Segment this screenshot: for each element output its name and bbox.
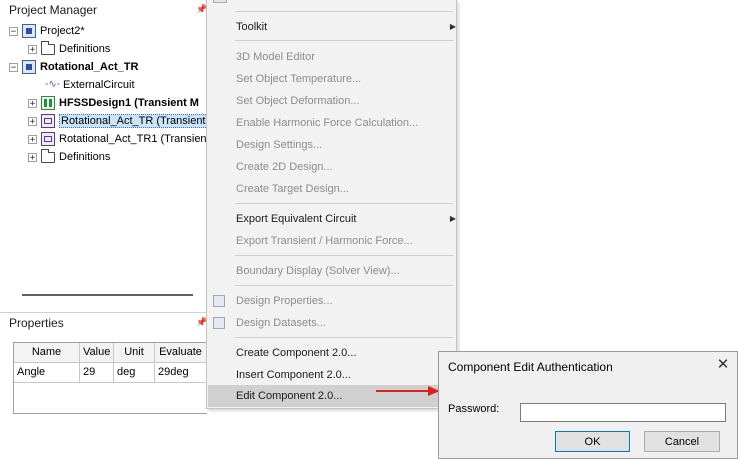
menu-item-label: Export Equivalent Circuit (236, 213, 357, 225)
maxwell-design-icon (41, 132, 55, 146)
menu-separator (235, 203, 453, 204)
collapse-icon[interactable]: − (9, 62, 18, 72)
properties-grid: Name Value Unit Evaluate Angle 29 deg 29… (13, 342, 207, 414)
datasets-icon (213, 317, 225, 329)
properties-title: Properties (9, 316, 64, 330)
menu-item-set-object-deformation[interactable]: Set Object Deformation... (236, 90, 360, 112)
context-menu: Toolkit ▶ 3D Model Editor Set Object Temp… (206, 0, 457, 409)
menu-item-enable-harmonic-force[interactable]: Enable Harmonic Force Calculation... (236, 112, 418, 134)
menu-item-set-object-temperature[interactable]: Set Object Temperature... (236, 68, 361, 90)
cell-name[interactable]: Angle (14, 363, 80, 383)
submenu-arrow-icon: ▶ (449, 22, 456, 31)
tree-item-rotational-act-tr-design[interactable]: + Rotational_Act_TR (Transient (28, 112, 208, 130)
red-arrow-annotation (376, 386, 440, 396)
edit-notes-icon (213, 0, 227, 3)
expand-icon[interactable]: + (28, 116, 37, 126)
menu-separator (235, 40, 453, 41)
expand-icon[interactable]: + (28, 134, 37, 144)
tree-item-definitions-2[interactable]: + Definitions (28, 148, 110, 166)
menu-separator (235, 11, 453, 12)
menu-separator (235, 285, 453, 286)
tree-item-external-circuit[interactable]: -∿- ExternalCircuit (45, 76, 135, 94)
menu-item-edit-component[interactable]: Edit Component 2.0... (236, 385, 342, 407)
menu-item-export-equivalent-circuit[interactable]: Export Equivalent Circuit ▶ (236, 208, 456, 230)
password-label: Password: (448, 403, 500, 415)
ok-button[interactable]: OK (555, 431, 630, 452)
pin-icon[interactable]: 📌 (196, 4, 207, 14)
clipped-menu-item (236, 0, 306, 3)
cell-evaluate: 29deg (155, 363, 207, 383)
project-icon (22, 60, 36, 74)
menu-item-3d-model-editor[interactable]: 3D Model Editor (236, 46, 315, 68)
tree-item-definitions[interactable]: + Definitions (28, 40, 110, 58)
cell-value[interactable]: 29 (80, 363, 114, 383)
tree-item-label: Rotational_Act_TR1 (Transien (59, 133, 207, 145)
tree-item-label: Definitions (59, 43, 111, 55)
menu-item-design-properties[interactable]: Design Properties... (236, 290, 333, 312)
tree-item-label: HFSSDesign1 (Transient M (59, 97, 199, 109)
project-manager-title: Project Manager (9, 3, 98, 17)
grid-header-row: Name Value Unit Evaluate (14, 343, 207, 363)
password-field[interactable] (520, 403, 726, 422)
folder-icon (41, 40, 55, 55)
tree-item-label: ExternalCircuit (63, 79, 135, 91)
pin-icon[interactable]: 📌 (196, 317, 207, 327)
collapse-icon[interactable]: − (9, 26, 18, 36)
circuit-icon: -∿- (45, 79, 61, 90)
cell-unit[interactable]: deg (114, 363, 155, 383)
column-header-evaluate[interactable]: Evaluate (155, 343, 207, 363)
menu-item-design-settings[interactable]: Design Settings... (236, 134, 322, 156)
tree-item-label: Project2* (40, 25, 85, 37)
tree-item-label: Rotational_Act_TR (Transient (59, 114, 208, 128)
cancel-button[interactable]: Cancel (644, 431, 720, 452)
hfss-design-icon (41, 96, 55, 110)
tree-item-hfss-design1[interactable]: + HFSSDesign1 (Transient M (28, 94, 199, 112)
menu-item-export-transient-harmonic-force[interactable]: Export Transient / Harmonic Force... (236, 230, 413, 252)
dialog-title: Component Edit Authentication (448, 360, 613, 374)
menu-item-insert-component[interactable]: Insert Component 2.0... (236, 364, 351, 386)
close-icon[interactable]: ✕ (716, 357, 730, 372)
menu-item-boundary-display[interactable]: Boundary Display (Solver View)... (236, 260, 400, 282)
column-header-name[interactable]: Name (14, 343, 80, 363)
expand-icon[interactable]: + (28, 44, 37, 54)
menu-separator (235, 337, 453, 338)
submenu-arrow-icon: ▶ (449, 214, 456, 223)
tree-item-rotational-act-tr-project[interactable]: − Rotational_Act_TR (9, 58, 138, 76)
menu-item-toolkit[interactable]: Toolkit ▶ (236, 16, 456, 38)
tree-item-label: Rotational_Act_TR (40, 61, 139, 73)
folder-icon (41, 148, 55, 163)
table-row[interactable]: Angle 29 deg 29deg (14, 363, 207, 383)
maxwell-design-icon (41, 114, 55, 128)
component-edit-authentication-dialog: Component Edit Authentication ✕ Password… (438, 351, 738, 459)
expand-icon[interactable]: + (28, 98, 37, 108)
menu-item-create-2d-design[interactable]: Create 2D Design... (236, 156, 333, 178)
menu-separator (235, 255, 453, 256)
tree-item-label: Definitions (59, 151, 111, 163)
project-icon (22, 24, 36, 38)
expand-icon[interactable]: + (28, 152, 37, 162)
column-header-unit[interactable]: Unit (114, 343, 155, 363)
menu-item-create-component[interactable]: Create Component 2.0... (236, 342, 356, 364)
properties-icon (213, 295, 225, 307)
column-header-value[interactable]: Value (80, 343, 114, 363)
menu-item-create-target-design[interactable]: Create Target Design... (236, 178, 349, 200)
menu-item-label: Toolkit (236, 21, 268, 33)
horizontal-scrollbar[interactable] (22, 294, 193, 296)
tree-item-rotational-act-tr1-design[interactable]: + Rotational_Act_TR1 (Transien (28, 130, 207, 148)
menu-item-design-datasets[interactable]: Design Datasets... (236, 312, 326, 334)
tree-item-project2[interactable]: − Project2* (9, 22, 85, 40)
